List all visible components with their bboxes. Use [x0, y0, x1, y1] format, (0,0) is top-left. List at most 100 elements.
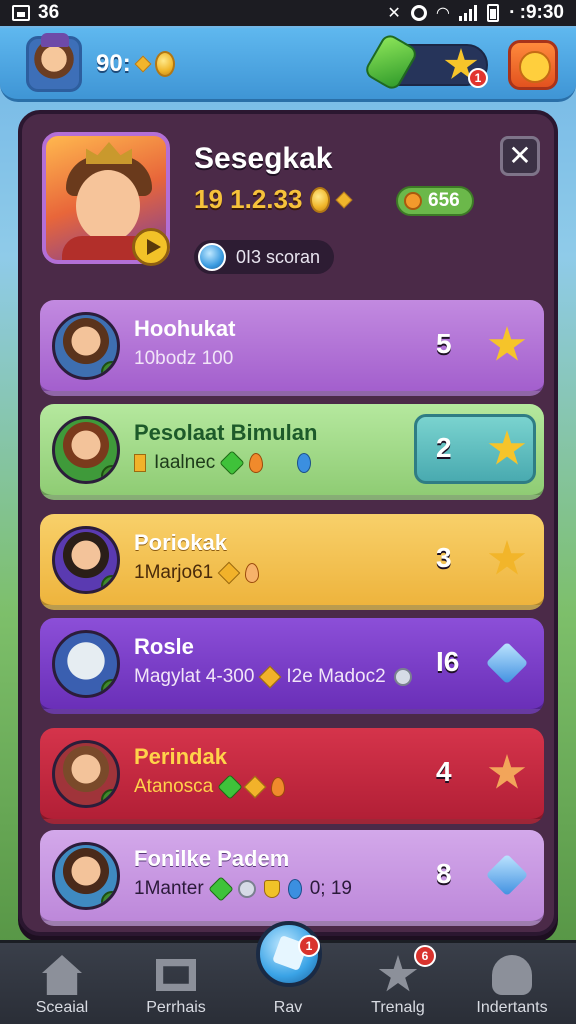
level-icon [101, 891, 117, 907]
coin-icon [310, 186, 331, 213]
status-time: ∙ :9:30 [509, 2, 564, 23]
star-icon [378, 955, 418, 992]
list-item[interactable]: Fonilke Padem 1Manter 0; 19 8 [40, 830, 544, 926]
gold-diamond-icon [134, 55, 152, 73]
emoji-menu-button[interactable] [508, 40, 558, 90]
row-rank: 2 [436, 432, 452, 463]
avatar [52, 312, 120, 380]
row-sub-text: Atanosca [134, 776, 214, 797]
row-sub: 1Marjo61 [134, 561, 260, 585]
profile-subtitle-pill: 0I3 scoran [194, 240, 335, 274]
gold-diamond-icon [259, 665, 282, 689]
green-gem-icon [207, 876, 234, 902]
list-item[interactable]: Perindak Atanosca 4 [40, 728, 544, 824]
player-avatar[interactable] [26, 33, 82, 92]
profile-name: Sesegkak [194, 142, 333, 175]
crown-icon [86, 142, 132, 164]
row-sub: Atanosca [134, 774, 286, 800]
profile-score: 19 1.2.33 [194, 184, 303, 214]
row-sub: 10bodz 100 [134, 348, 233, 370]
row-rank: 3 [436, 542, 452, 573]
nav-item-frame[interactable]: Perrhais [126, 951, 226, 1024]
row-sub-text: Iaalnec [154, 452, 216, 473]
notification-badge: 1 [468, 68, 488, 88]
flame-icon [249, 453, 264, 473]
profile-gems: 656 [428, 190, 460, 211]
row-name: Hoohukat [134, 316, 236, 341]
row-sub: 1Manter 0; 19 [134, 876, 352, 902]
nav-label: Trenalg [371, 999, 425, 1016]
leaderboard-panel: Sesegkak 19 1.2.33 656 0I3 scoran ✕ Hooh… [18, 110, 558, 936]
star-icon [488, 754, 526, 789]
alarm-icon [410, 5, 427, 21]
flame-icon [245, 563, 260, 583]
row-name: Pesolaat Bimulan [134, 420, 318, 445]
coin-counter: 90: [96, 50, 175, 78]
nav-item-home[interactable]: Sceaial [12, 951, 112, 1024]
avatar [52, 416, 120, 484]
wifi-icon: ◠ [436, 5, 450, 22]
close-button[interactable]: ✕ [500, 136, 540, 176]
row-rank: I6 [436, 646, 460, 677]
row-sub: Iaalnec [134, 450, 312, 476]
blue-orb-icon [198, 243, 226, 271]
level-icon [101, 679, 117, 695]
person-icon [492, 955, 532, 995]
list-item[interactable]: Rosle Magylat 4-300 I2e Madoc2 I6 [40, 618, 544, 714]
green-gem-icon [217, 774, 243, 800]
diamond-icon [485, 641, 529, 685]
level-icon [101, 575, 117, 591]
row-rank: 8 [436, 858, 452, 889]
nav-label: Indertants [476, 999, 548, 1016]
level-icon [101, 465, 117, 481]
row-rank: 5 [436, 328, 452, 359]
profile-score-row: 19 1.2.33 [194, 184, 353, 215]
avatar [52, 526, 120, 594]
bottom-nav: Sceaial Perrhais Rav 1 Trenalg 6 Inderta… [0, 921, 576, 1024]
star-icon [488, 540, 526, 575]
signal-icon [459, 5, 478, 21]
profile-subtitle: 0I3 scoran [236, 246, 321, 267]
avatar [52, 740, 120, 808]
row-sub: Magylat 4-300 I2e Madoc2 [134, 665, 412, 689]
nav-label: Perrhais [146, 999, 206, 1016]
mute-icon: ✕ [387, 5, 401, 22]
tag-icon [134, 454, 146, 472]
green-gem-icon [219, 450, 246, 476]
row-sub-text: Magylat 4-300 [134, 666, 255, 687]
row-sub-text: 1Manter [134, 878, 204, 899]
star-icon [488, 326, 526, 361]
play-icon[interactable] [132, 228, 170, 266]
avatar [52, 630, 120, 698]
row-sub-text-2: 0; 19 [309, 878, 352, 899]
row-name: Fonilke Padem [134, 846, 290, 871]
silver-coin-icon [393, 668, 412, 686]
portrait-face [76, 170, 140, 242]
orange-gem-icon [404, 192, 422, 210]
gallery-icon [12, 5, 30, 21]
level-icon [101, 361, 117, 377]
nav-label: Rav [273, 999, 303, 1016]
home-icon [42, 955, 82, 995]
coin-count: 90: [96, 50, 131, 77]
water-drop-icon [297, 453, 312, 473]
row-sub-text-2: I2e Madoc2 [286, 666, 386, 687]
status-bar: 36 ✕ ◠ ∙ :9:30 [0, 0, 576, 26]
row-name: Perindak [134, 744, 227, 769]
row-sub-text: 10bodz 100 [134, 348, 234, 369]
avatar [52, 842, 120, 910]
notification-badge: 1 [298, 935, 320, 957]
diamond-icon [485, 853, 529, 897]
gold-diamond-icon [335, 191, 353, 208]
nav-item-person[interactable]: Indertants [462, 951, 562, 1024]
list-item[interactable]: Pesolaat Bimulan Iaalnec 2 [40, 404, 544, 500]
status-left-text: 36 [38, 2, 60, 23]
row-name: Poriokak [134, 530, 227, 555]
list-item[interactable]: Hoohukat 10bodz 100 5 [40, 300, 544, 396]
top-hud: 90: 1 [0, 28, 576, 102]
row-rank: 4 [436, 756, 452, 787]
level-icon [101, 789, 117, 805]
list-item[interactable]: Poriokak 1Marjo61 3 [40, 514, 544, 610]
nav-label: Sceaial [35, 999, 89, 1016]
highlight-rank-box [414, 414, 536, 484]
